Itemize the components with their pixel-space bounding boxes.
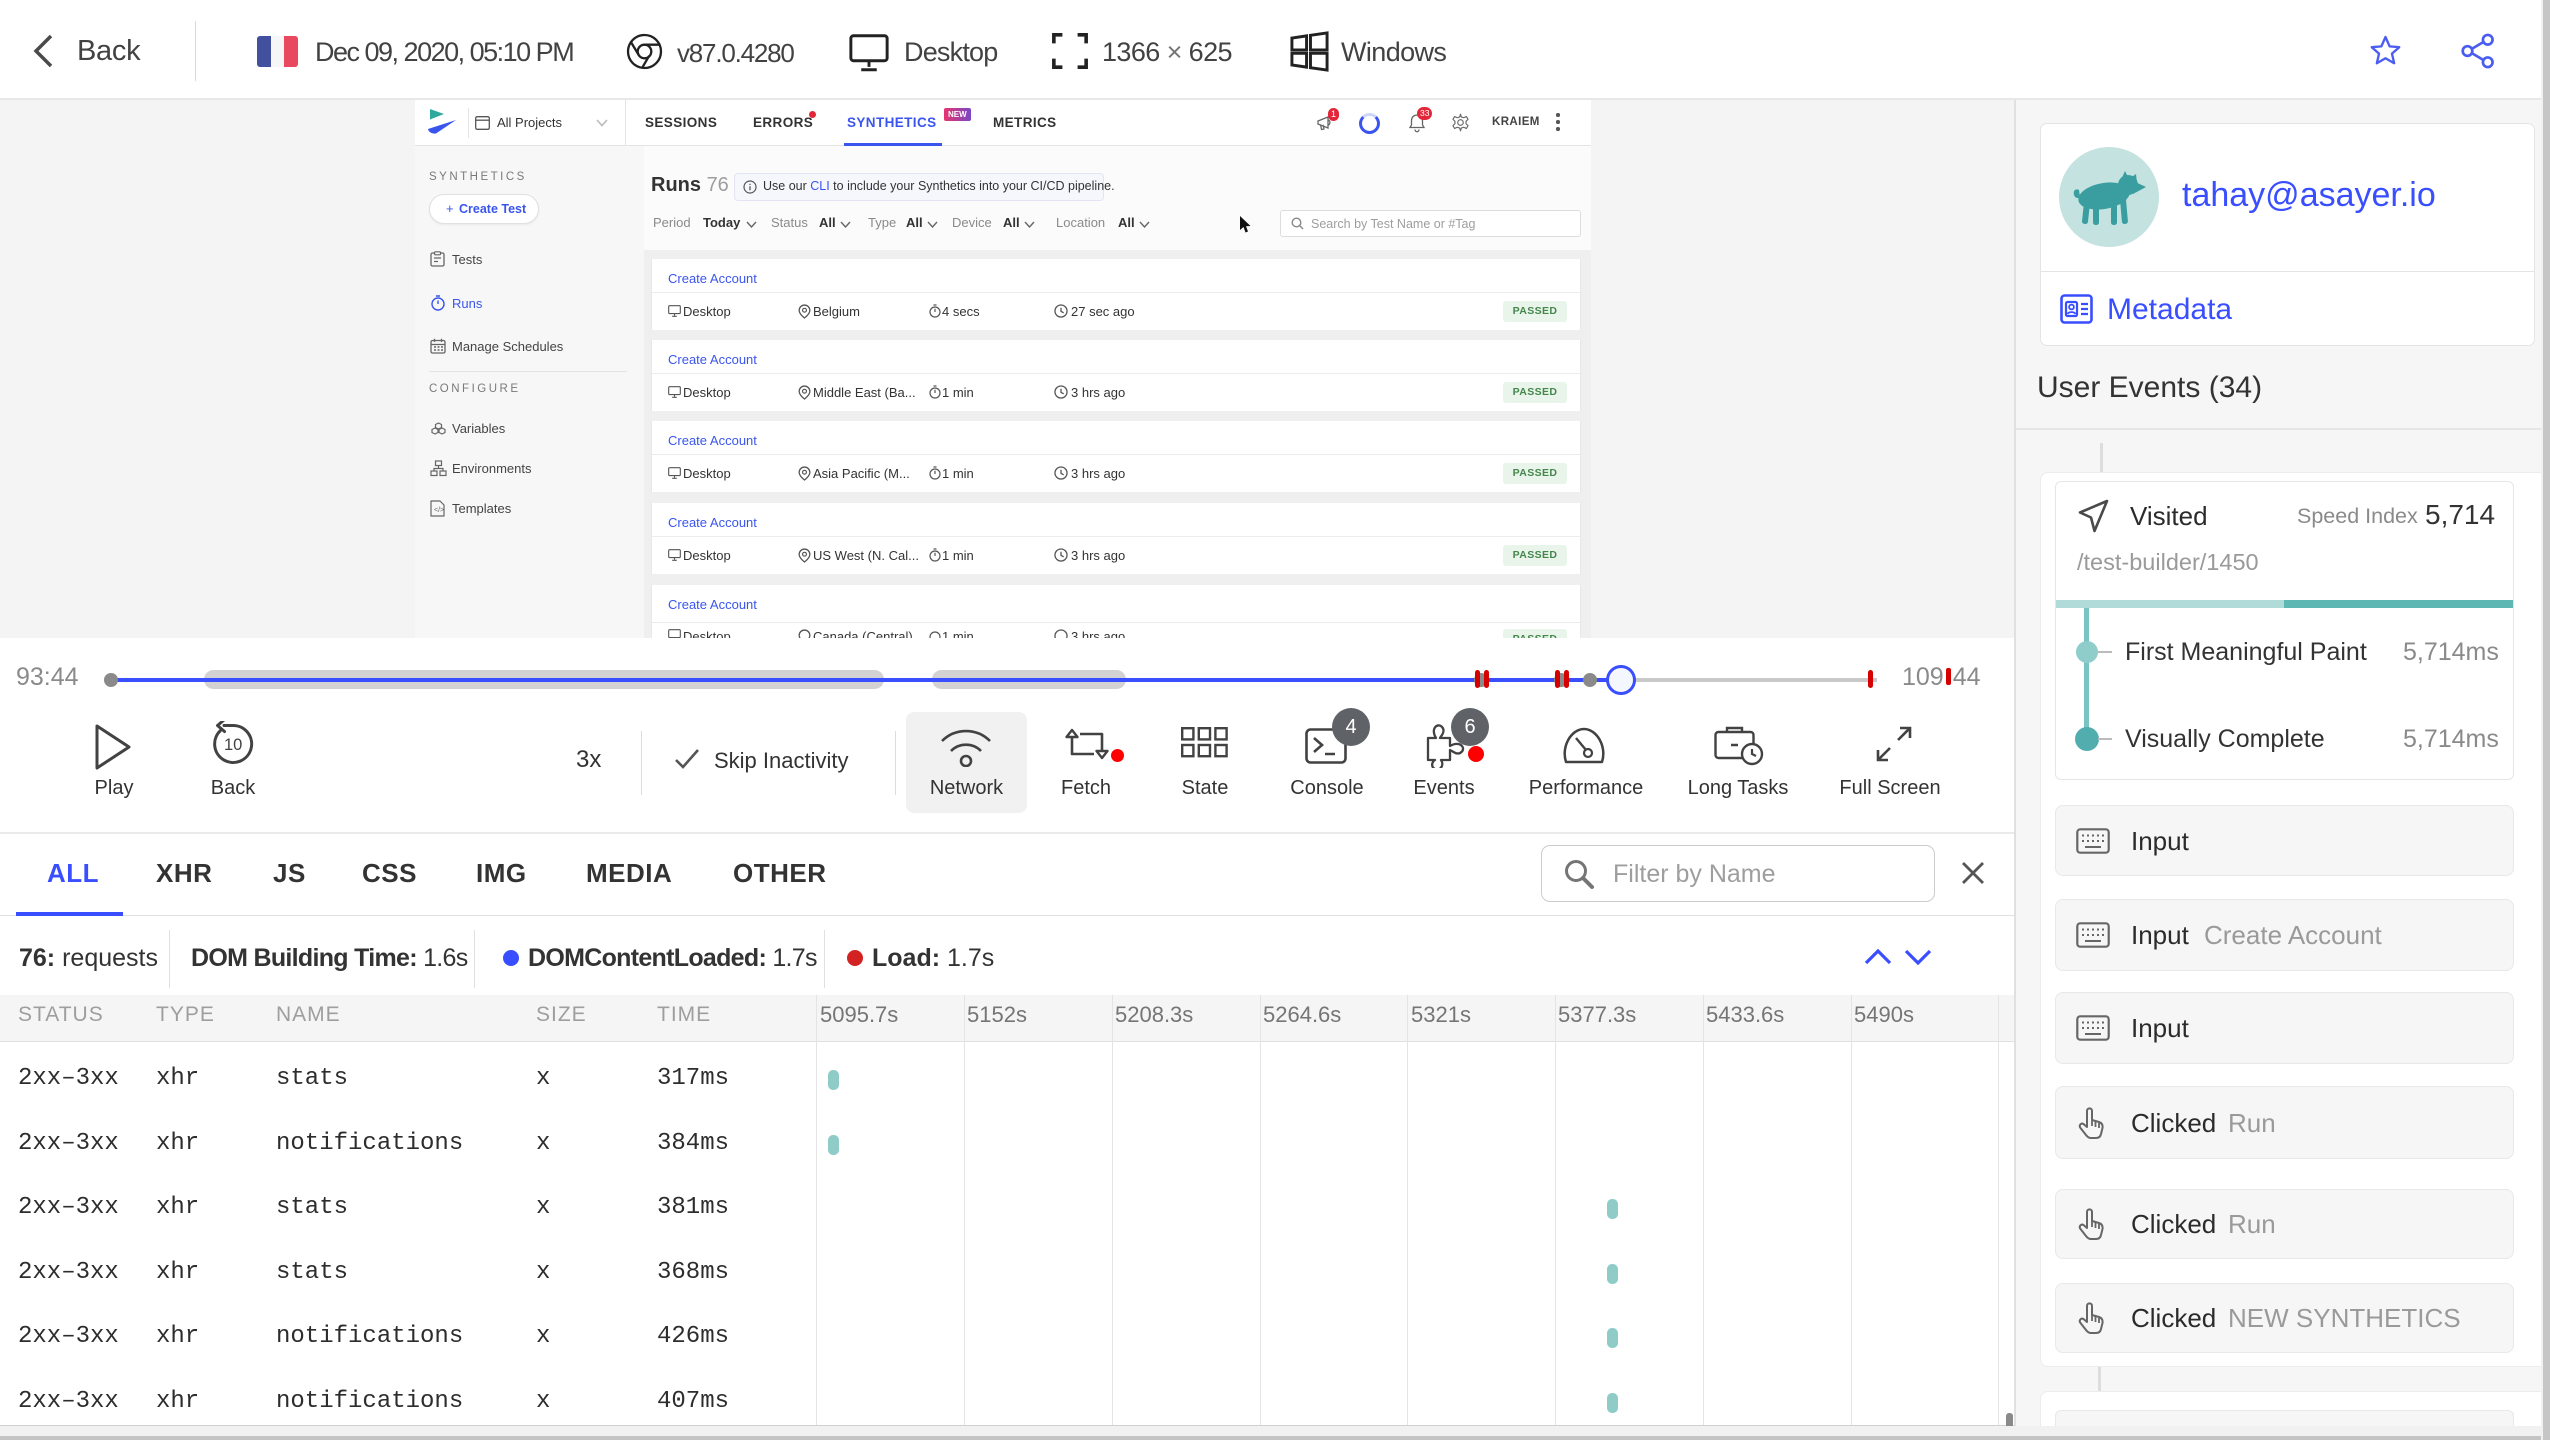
svg-text:</>: </> [434,507,444,514]
svg-text:10: 10 [224,736,242,754]
